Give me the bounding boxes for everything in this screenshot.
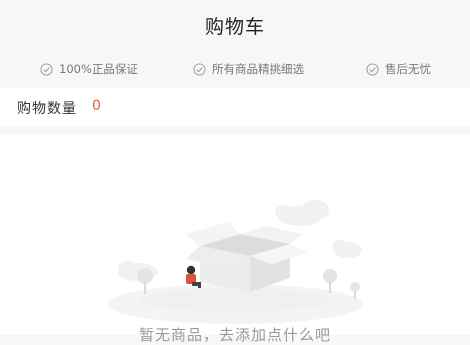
cart-count-value: 0: [92, 98, 101, 114]
check-circle-icon: [366, 62, 379, 76]
check-circle-icon: [40, 62, 53, 76]
cart-count-bar: 购物数量 0: [0, 88, 470, 126]
page-header: 购物车: [0, 0, 470, 52]
guarantee-label: 100%正品保证: [59, 62, 138, 76]
guarantee-label: 售后无忧: [385, 62, 431, 76]
guarantee-selected: 所有商品精挑细选: [193, 61, 304, 77]
guarantee-authentic: 100%正品保证: [40, 61, 138, 77]
guarantee-bar: 100%正品保证 所有商品精挑细选 售后无忧: [0, 52, 470, 86]
guarantee-aftersales: 售后无忧: [366, 61, 431, 77]
guarantee-label: 所有商品精挑细选: [212, 62, 304, 76]
empty-box-illustration: [107, 200, 363, 324]
check-circle-icon: [193, 62, 206, 76]
cart-count-label: 购物数量: [17, 101, 77, 117]
page-title: 购物车: [204, 16, 265, 38]
empty-cart-panel: 暂无商品，去添加点什么吧: [0, 134, 470, 344]
